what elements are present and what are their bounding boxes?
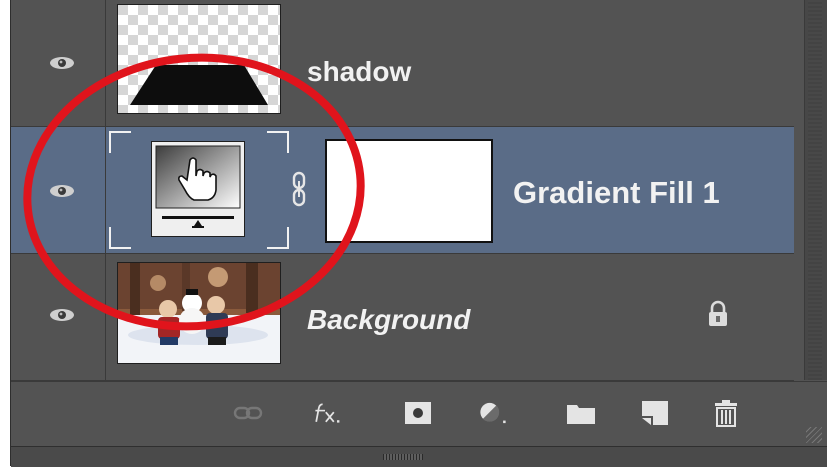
adjustment-layer-icon xyxy=(480,402,506,424)
gradient-fill-icon xyxy=(155,145,241,228)
lock-icon xyxy=(709,300,727,326)
white-layer-mask[interactable] xyxy=(325,139,493,243)
visibility-cell xyxy=(11,127,106,253)
new-layer-icon xyxy=(642,401,668,425)
layer-name-background[interactable]: Background xyxy=(307,304,470,336)
snow-photo-image xyxy=(118,263,280,363)
eye-icon[interactable] xyxy=(49,56,75,70)
eye-icon[interactable] xyxy=(49,184,75,198)
layers-toolbar xyxy=(11,381,827,447)
new-group-icon xyxy=(567,405,595,424)
add-mask-icon xyxy=(405,402,431,424)
link-layers-button[interactable] xyxy=(232,398,264,428)
layer-name-shadow[interactable]: shadow xyxy=(307,56,411,88)
delete-layer-button[interactable] xyxy=(710,398,742,428)
resize-grip[interactable] xyxy=(383,454,423,460)
delete-layer-icon xyxy=(715,400,737,427)
shadow-shape-thumbnail[interactable] xyxy=(117,4,281,114)
panel-scrollbar[interactable] xyxy=(804,0,827,380)
resize-corner[interactable] xyxy=(806,427,822,443)
layer-style-button[interactable] xyxy=(313,398,345,428)
new-group-button[interactable] xyxy=(565,398,597,428)
layer-row-shadow[interactable]: shadow xyxy=(11,0,794,127)
layer-row-gradient-fill[interactable]: Gradient Fill 1 xyxy=(11,127,794,254)
new-layer-button[interactable] xyxy=(639,398,671,428)
panel-bottom-bar xyxy=(11,446,827,467)
add-mask-button[interactable] xyxy=(402,398,434,428)
link-layers-icon xyxy=(233,406,263,420)
photo-thumbnail[interactable] xyxy=(117,262,281,364)
visibility-cell xyxy=(11,0,106,126)
shadow-shape-thumbnail-image xyxy=(118,5,280,113)
layer-row-background[interactable]: Background xyxy=(11,254,794,381)
mask-link-icon[interactable] xyxy=(291,171,307,207)
adjustment-layer-button[interactable] xyxy=(477,398,509,428)
fx-layer-style-icon xyxy=(315,403,340,423)
gradient-fill-adjustment-thumbnail[interactable] xyxy=(151,141,245,237)
visibility-cell xyxy=(11,254,106,380)
eye-icon[interactable] xyxy=(49,308,75,322)
layer-name-gradient-fill[interactable]: Gradient Fill 1 xyxy=(513,175,720,211)
layers-panel: shadow Gradient Fill 1 Background xyxy=(10,0,827,467)
